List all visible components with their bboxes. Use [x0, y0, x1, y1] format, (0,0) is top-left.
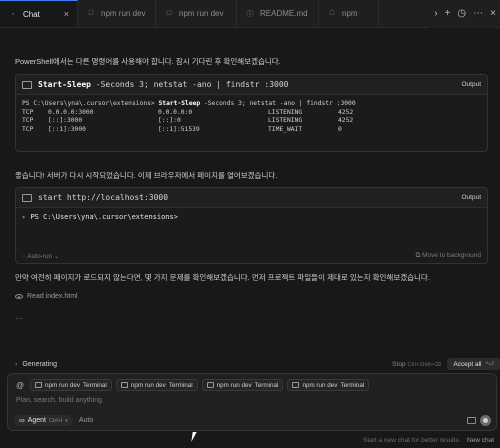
- tab-npm[interactable]: □ npm: [319, 0, 379, 27]
- mention-icon[interactable]: @: [14, 379, 26, 391]
- chat-icon: ▫: [11, 10, 15, 18]
- terminal-output: ▸ PS C:\Users\yna\.cursor\extensions>: [22, 213, 178, 221]
- more-icon[interactable]: ⋯: [473, 9, 483, 19]
- terminal-command: start http://localhost:3000: [38, 193, 169, 202]
- info-icon: ⓘ: [246, 10, 254, 18]
- new-chat-hint: Start a new chat for better results.: [363, 437, 461, 444]
- output-button[interactable]: Output: [461, 81, 481, 88]
- chat-content: PowerShell에서는 다른 명령어를 사용해야 합니다. 잠시 기다린 후…: [0, 29, 500, 349]
- generating-bar: › Generating Stop Ctrl+Shift+⌫ Accept all…: [15, 357, 500, 371]
- tab-label: Chat: [23, 9, 40, 19]
- mouse-cursor-icon: [191, 432, 201, 442]
- output-button[interactable]: Output: [461, 194, 481, 201]
- footer: Start a new chat for better results. New…: [0, 434, 500, 448]
- context-chip[interactable]: npm run dev Terminal: [115, 379, 198, 391]
- move-to-background-button[interactable]: ⧉ Move to background: [416, 252, 481, 260]
- terminal-icon: □: [166, 10, 172, 17]
- terminal-icon: □: [329, 10, 335, 17]
- infinity-icon: ∞: [19, 416, 25, 425]
- read-file-label: Read index.html: [27, 293, 78, 300]
- terminal-output: PS C:\Users\yna\.cursor\extensions> Star…: [16, 95, 487, 139]
- composer-controls: ∞ Agent Ctrl+I ▾ Auto: [14, 415, 93, 426]
- tab-label: npm run dev: [101, 9, 146, 18]
- chevron-right-icon[interactable]: ›: [434, 9, 437, 19]
- terminal-footer: ◌ Auto-run ⌄ ⧉ Move to background: [16, 248, 487, 263]
- terminal-command: Start-Sleep -Seconds 3; netstat -ano | f…: [38, 80, 289, 89]
- terminal-header: start http://localhost:3000 Output: [16, 188, 487, 208]
- read-file-step[interactable]: Read index.html: [15, 293, 78, 300]
- context-chip[interactable]: npm run dev Terminal: [30, 379, 112, 391]
- accept-all-button[interactable]: Accept all ^⏎: [447, 358, 500, 370]
- terminal-icon: [120, 382, 128, 388]
- message-text: PowerShell에서는 다른 명령어를 사용해야 합니다. 잠시 기다린 후…: [15, 57, 281, 66]
- agent-mode-selector[interactable]: ∞ Agent Ctrl+I ▾: [14, 415, 73, 426]
- chevron-right-icon[interactable]: ›: [15, 361, 17, 368]
- terminal-icon: [206, 382, 214, 388]
- tab-chat[interactable]: ▫ Chat ×: [0, 0, 78, 27]
- close-panel-icon[interactable]: ×: [490, 9, 496, 19]
- netstat-row: TCP [::]:3000 [::]:0 LISTENING 4252: [22, 117, 354, 125]
- message-text: 좋습니다! 서버가 다시 시작되었습니다. 이제 브라우저에서 페이지를 열어보…: [15, 171, 278, 180]
- plus-icon[interactable]: +: [445, 9, 451, 19]
- auto-run-toggle[interactable]: ◌ Auto-run ⌄: [22, 252, 60, 260]
- history-icon[interactable]: ◷: [457, 9, 466, 19]
- message-text: 만약 여전히 페이지가 로드되지 않는다면, 몇 가지 문제를 확인해보겠습니다…: [15, 273, 430, 282]
- composer: @ npm run dev Terminal npm run dev Termina…: [7, 373, 497, 431]
- netstat-row: TCP [::1]:3000 [::1]:51539 TIME_WAIT 0: [22, 125, 342, 133]
- tab-npm-run-dev-1[interactable]: □ npm run dev: [78, 0, 156, 27]
- terminal-icon: [22, 80, 32, 89]
- terminal-header: Start-Sleep -Seconds 3; netstat -ano | f…: [16, 75, 487, 95]
- tab-label: npm run dev: [179, 9, 224, 18]
- composer-input[interactable]: Plan, search, build anything: [16, 397, 102, 404]
- context-chip[interactable]: npm run dev Terminal: [201, 379, 284, 391]
- stop-button[interactable]: Stop Ctrl+Shift+⌫: [392, 361, 441, 368]
- chevron-down-icon: ▾: [65, 417, 68, 424]
- thinking-indicator: ⋯: [15, 314, 23, 323]
- netstat-row: TCP 0.0.0.0:3000 0.0.0.0:0 LISTENING 4252: [22, 108, 354, 116]
- generating-label: Generating: [22, 360, 57, 368]
- terminal-block-netstat: Start-Sleep -Seconds 3; netstat -ano | f…: [15, 74, 488, 152]
- tab-readme[interactable]: ⓘ README.md: [237, 0, 319, 27]
- tab-bar: ▫ Chat × □ npm run dev □ npm run dev ⓘ R…: [0, 0, 500, 28]
- terminal-icon: [35, 382, 42, 388]
- tab-label: README.md: [260, 9, 308, 18]
- send-button[interactable]: [480, 415, 491, 426]
- terminal-icon: [292, 382, 300, 388]
- context-chips: @ npm run dev Terminal npm run dev Termina…: [14, 379, 370, 391]
- image-icon[interactable]: [467, 417, 476, 424]
- terminal-icon: [22, 193, 32, 202]
- tab-actions: › + ◷ ⋯ ×: [428, 0, 496, 28]
- tab-npm-run-dev-2[interactable]: □ npm run dev: [156, 0, 237, 27]
- tab-label: npm: [342, 9, 358, 18]
- close-icon[interactable]: ×: [64, 9, 69, 19]
- context-chip[interactable]: npm run dev Terminal: [287, 379, 370, 391]
- terminal-icon: □: [88, 10, 94, 17]
- eye-icon: [15, 294, 23, 299]
- terminal-block-start: start http://localhost:3000 Output ▸ PS …: [15, 187, 488, 264]
- model-selector[interactable]: Auto: [79, 417, 93, 424]
- new-chat-link[interactable]: New chat: [467, 437, 494, 444]
